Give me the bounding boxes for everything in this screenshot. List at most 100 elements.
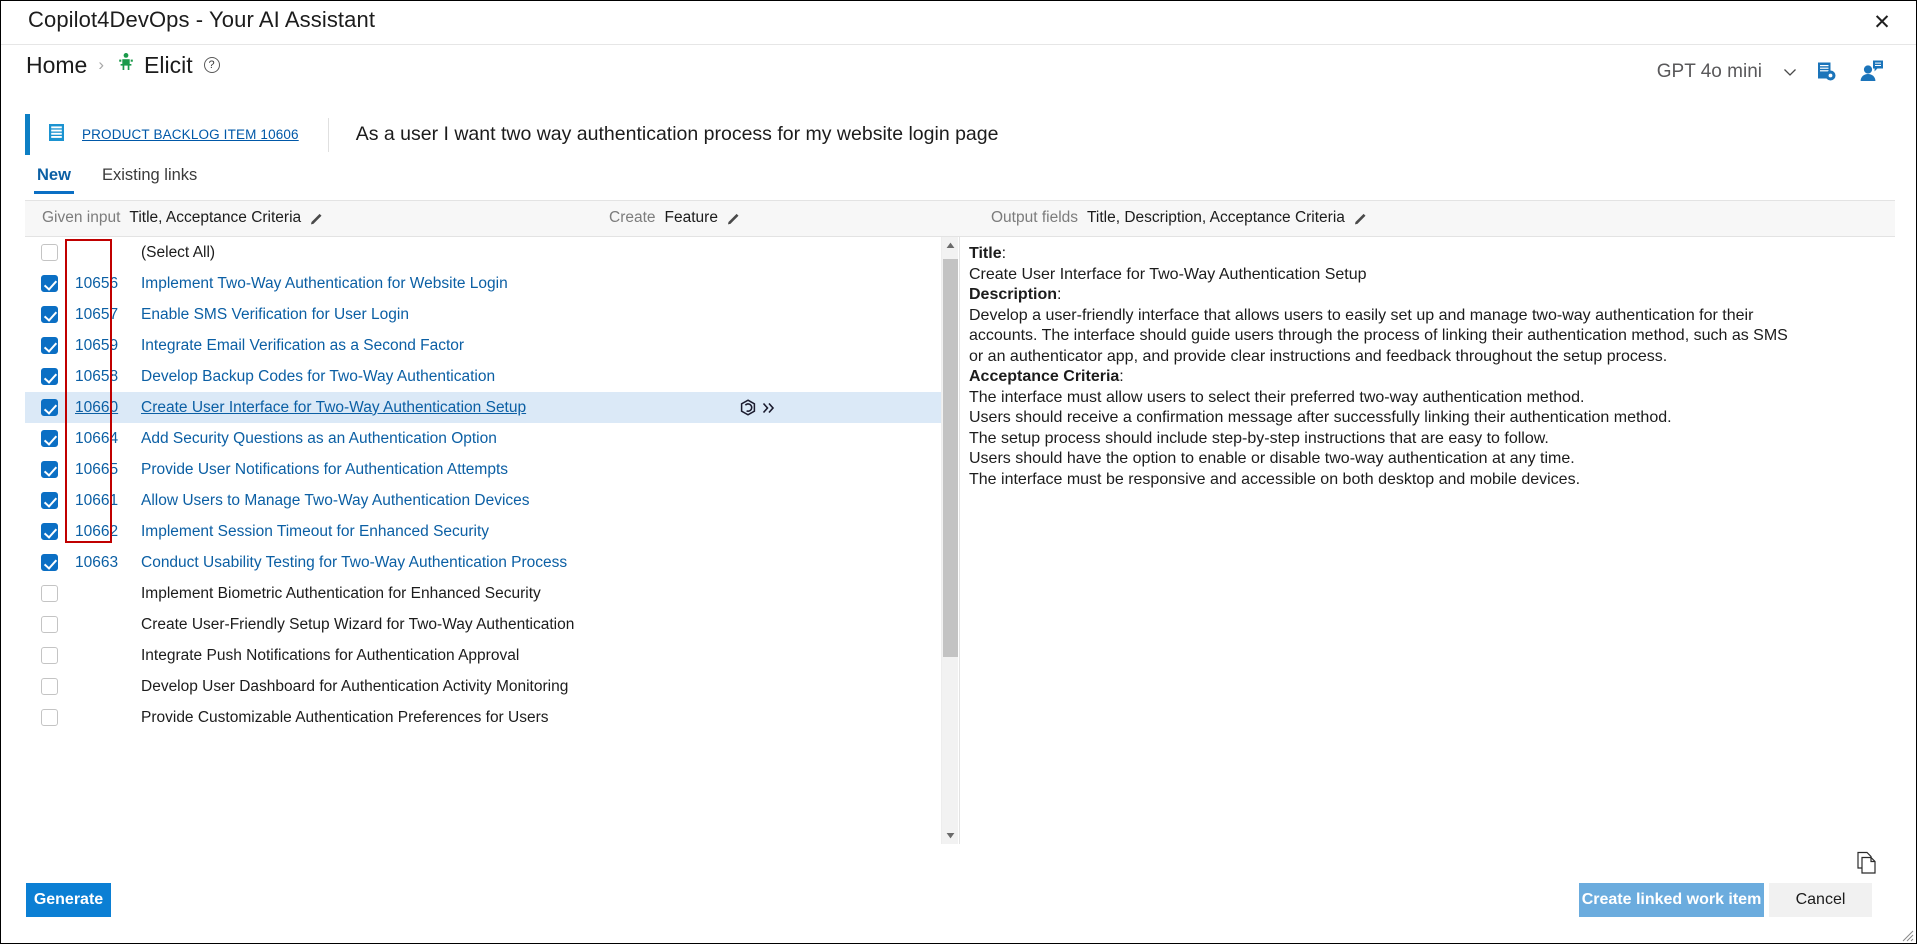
- edit-output-fields-icon[interactable]: [1354, 211, 1368, 225]
- detail-title-colon: :: [1001, 245, 1007, 262]
- table-row[interactable]: Create User-Friendly Setup Wizard for Tw…: [25, 609, 945, 640]
- output-fields-label: Output fields: [991, 209, 1079, 226]
- generate-button[interactable]: Generate: [26, 883, 111, 917]
- row-id-link[interactable]: 10660: [73, 399, 121, 417]
- row-id-link[interactable]: 10664: [73, 430, 121, 448]
- row-checkbox-cell[interactable]: [25, 585, 73, 602]
- row-title-link[interactable]: Develop Backup Codes for Two-Way Authent…: [121, 368, 495, 386]
- row-checkbox-cell[interactable]: [25, 275, 73, 292]
- table-row[interactable]: 10662 Implement Session Timeout for Enhan…: [25, 516, 945, 547]
- row-id-link[interactable]: 10657: [73, 306, 121, 324]
- row-id-link[interactable]: 10659: [73, 337, 121, 355]
- user-chat-icon[interactable]: [1848, 57, 1894, 87]
- create-value: Feature: [664, 209, 718, 226]
- help-icon[interactable]: ?: [203, 57, 220, 73]
- work-item-strip: PRODUCT BACKLOG ITEM 10606 As a user I w…: [25, 114, 1895, 155]
- row-checkbox[interactable]: [40, 616, 58, 633]
- table-row[interactable]: 10659 Integrate Email Verification as a S…: [25, 330, 945, 361]
- row-id-link[interactable]: 10662: [73, 523, 121, 541]
- table-row[interactable]: 10656 Implement Two-Way Authentication fo…: [25, 268, 945, 299]
- row-title-link[interactable]: Integrate Email Verification as a Second…: [121, 337, 464, 355]
- row-checkbox-cell[interactable]: [25, 461, 73, 478]
- row-title-link[interactable]: Create User Interface for Two-Way Authen…: [121, 399, 526, 417]
- table-row[interactable]: Integrate Push Notifications for Authent…: [25, 640, 945, 671]
- row-title-link[interactable]: Conduct Usability Testing for Two-Way Au…: [121, 554, 567, 572]
- select-all-row[interactable]: (Select All): [25, 237, 945, 268]
- row-checkbox[interactable]: [40, 678, 58, 695]
- list-scrollbar[interactable]: [941, 237, 958, 844]
- scroll-up-arrow-icon[interactable]: [942, 237, 959, 254]
- scroll-down-arrow-icon[interactable]: [942, 827, 959, 844]
- select-all-checkbox[interactable]: [40, 244, 58, 261]
- elicit-people-icon: [115, 51, 137, 79]
- create-linked-work-item-button[interactable]: Create linked work item: [1579, 883, 1764, 917]
- work-item-id-link[interactable]: PRODUCT BACKLOG ITEM 10606: [82, 127, 299, 142]
- row-id-link[interactable]: 10661: [73, 492, 121, 510]
- row-checkbox[interactable]: [40, 306, 58, 323]
- chevron-down-icon[interactable]: [1776, 58, 1804, 86]
- row-title-link[interactable]: Provide User Notifications for Authentic…: [121, 461, 508, 479]
- row-checkbox[interactable]: [40, 275, 58, 292]
- row-checkbox[interactable]: [40, 554, 58, 571]
- row-title-link[interactable]: Implement Two-Way Authentication for Web…: [121, 275, 508, 293]
- row-checkbox[interactable]: [40, 368, 58, 385]
- row-checkbox[interactable]: [40, 461, 58, 478]
- row-checkbox[interactable]: [40, 523, 58, 540]
- table-row[interactable]: 10657 Enable SMS Verification for User Lo…: [25, 299, 945, 330]
- edit-given-input-icon[interactable]: [310, 211, 324, 225]
- row-checkbox-cell[interactable]: [25, 492, 73, 509]
- detail-description-heading-line: Description:: [969, 285, 1899, 306]
- model-name-label[interactable]: GPT 4o mini: [1657, 61, 1762, 83]
- row-id-link[interactable]: 10665: [73, 461, 121, 479]
- row-checkbox-cell[interactable]: [25, 306, 73, 323]
- table-row[interactable]: Provide Customizable Authentication Pref…: [25, 702, 945, 733]
- row-title-link[interactable]: Enable SMS Verification for User Login: [121, 306, 409, 324]
- row-checkbox-cell[interactable]: [25, 554, 73, 571]
- row-id-link[interactable]: 10663: [73, 554, 121, 572]
- row-checkbox[interactable]: [40, 430, 58, 447]
- copy-icon[interactable]: [1856, 851, 1878, 875]
- row-checkbox[interactable]: [40, 337, 58, 354]
- table-row[interactable]: Implement Biometric Authentication for E…: [25, 578, 945, 609]
- row-checkbox-cell[interactable]: [25, 616, 73, 633]
- detail-acceptance-line: The interface must allow users to select…: [969, 388, 1585, 406]
- row-id-link[interactable]: 10656: [73, 275, 121, 293]
- table-row[interactable]: 10658 Develop Backup Codes for Two-Way Au…: [25, 361, 945, 392]
- table-row[interactable]: 10661 Allow Users to Manage Two-Way Authe…: [25, 485, 945, 516]
- edit-create-type-icon[interactable]: [727, 211, 741, 225]
- row-checkbox-cell[interactable]: [25, 399, 73, 416]
- row-title-link[interactable]: Add Security Questions as an Authenticat…: [121, 430, 497, 448]
- suggestions-list-pane[interactable]: (Select All) 10656 Implement Two-Way Auth…: [25, 237, 960, 844]
- row-checkbox-cell[interactable]: [25, 647, 73, 664]
- row-checkbox-cell[interactable]: [25, 678, 73, 695]
- row-checkbox-cell[interactable]: [25, 430, 73, 447]
- select-all-checkbox-cell[interactable]: [25, 244, 73, 261]
- tab-existing-links[interactable]: Existing links: [95, 164, 204, 194]
- resize-grip-icon[interactable]: [1900, 928, 1914, 942]
- row-title-link[interactable]: Implement Session Timeout for Enhanced S…: [121, 523, 489, 541]
- row-checkbox-cell[interactable]: [25, 337, 73, 354]
- row-checkbox[interactable]: [40, 709, 58, 726]
- close-icon[interactable]: ✕: [1854, 1, 1910, 43]
- detail-acceptance-line: Users should have the option to enable o…: [969, 450, 1575, 467]
- row-id-link[interactable]: 10658: [73, 368, 121, 386]
- row-checkbox[interactable]: [40, 399, 58, 416]
- scrollbar-thumb[interactable]: [943, 259, 958, 657]
- row-checkbox-cell[interactable]: [25, 709, 73, 726]
- table-row[interactable]: Develop User Dashboard for Authenticatio…: [25, 671, 945, 702]
- table-row[interactable]: 10660 Create User Interface for Two-Way A…: [25, 392, 945, 423]
- row-copilot-expand-action[interactable]: [738, 398, 777, 418]
- row-checkbox[interactable]: [40, 585, 58, 602]
- row-title-link[interactable]: Allow Users to Manage Two-Way Authentica…: [121, 492, 530, 510]
- row-checkbox-cell[interactable]: [25, 368, 73, 385]
- tab-new[interactable]: New: [30, 164, 78, 194]
- document-settings-icon[interactable]: [1804, 57, 1848, 87]
- row-checkbox[interactable]: [40, 492, 58, 509]
- table-row[interactable]: 10664 Add Security Questions as an Authen…: [25, 423, 945, 454]
- table-row[interactable]: 10663 Conduct Usability Testing for Two-W…: [25, 547, 945, 578]
- breadcrumb-home[interactable]: Home: [26, 52, 87, 79]
- row-checkbox-cell[interactable]: [25, 523, 73, 540]
- row-checkbox[interactable]: [40, 647, 58, 664]
- cancel-button[interactable]: Cancel: [1769, 883, 1872, 917]
- table-row[interactable]: 10665 Provide User Notifications for Auth…: [25, 454, 945, 485]
